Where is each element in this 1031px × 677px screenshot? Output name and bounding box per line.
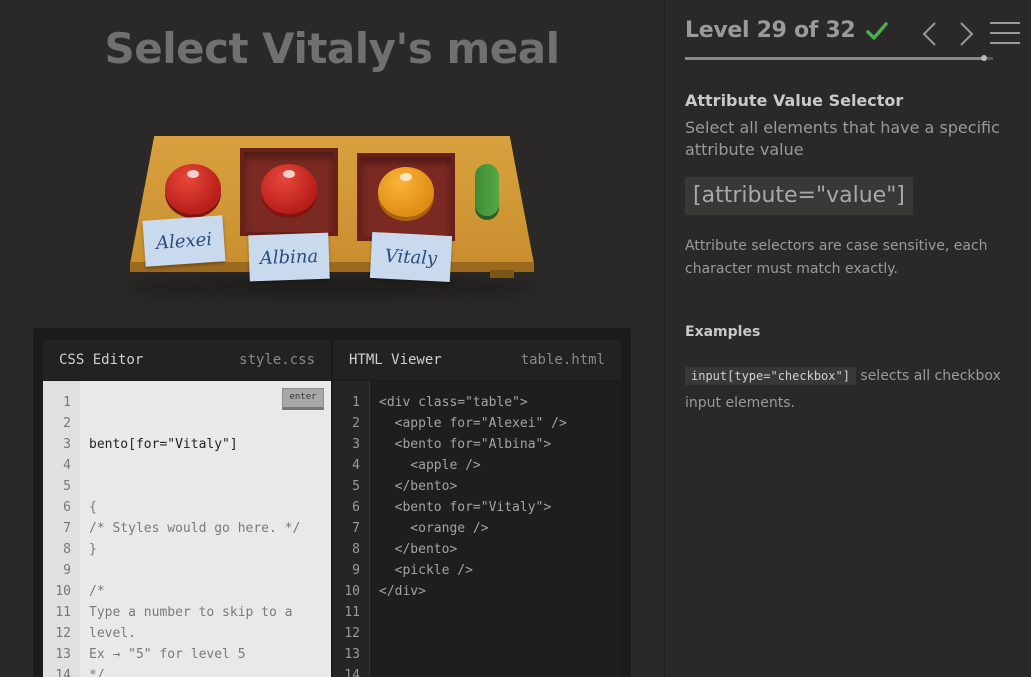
checkmark-icon [866,21,889,40]
line-number: 5 [352,479,360,494]
css-editor-header: CSS Editor style.css [43,340,331,380]
code-line: <pickle /> [379,563,473,578]
code-line: /* Styles would go here. */ [89,521,301,536]
pickle[interactable] [475,164,499,216]
line-number: 9 [352,563,360,578]
code-line: <orange /> [379,521,489,536]
selector-hint: Attribute selectors are case sensitive, … [685,238,988,277]
level-header: Level 29 of 32 [685,18,889,43]
nametag-albina: Albina [248,232,330,282]
hamburger-menu-icon[interactable] [990,20,1020,46]
code-line: Ex → "5" for level 5 [89,647,246,662]
chevron-right-icon[interactable] [955,20,977,48]
line-number: 9 [63,563,71,578]
selector-name: Attribute Value Selector [685,91,904,110]
line-number: 13 [344,647,360,662]
line-number: 2 [352,416,360,431]
line-number: 14 [344,668,360,677]
selector-syntax: [attribute="value"] [685,177,913,215]
line-number: 4 [352,458,360,473]
code-line: Type a number to skip to a [89,605,293,620]
html-line-numbers: 1 2 3 4 5 6 7 8 9 10 11 12 13 14 [333,381,370,677]
css-editor-pane: CSS Editor style.css 1 2 3 4 5 6 7 8 9 10 11 12 13 14… [43,340,331,677]
table-scene: Alexei Albina Vitaly [120,126,550,306]
css-editor-filename: style.css [239,352,315,368]
line-number: 10 [344,584,360,599]
example-code: input[type="checkbox"] [685,367,856,385]
bento-vitaly[interactable] [357,153,455,241]
nametag-alexei: Alexei [142,215,226,267]
css-code: bento[for="Vitaly"] { /* Styles would go … [80,381,331,677]
line-number: 4 [63,458,71,473]
html-viewer-filename: table.html [520,352,605,368]
line-number: 11 [344,605,360,620]
apple-alexei[interactable] [165,164,221,214]
line-number: 3 [63,437,71,452]
code-line: <div class="table"> [379,395,528,410]
examples-heading: Examples [685,324,761,340]
line-number: 11 [55,605,71,620]
css-editor-body: 1 2 3 4 5 6 7 8 9 10 11 12 13 14 bento[for="Vitaly"] … [43,381,331,677]
html-viewer-body: 1 2 3 4 5 6 7 8 9 10 11 12 13 14 <div class="table"> … [333,381,621,677]
css-line-numbers: 1 2 3 4 5 6 7 8 9 10 11 12 13 14 [43,381,80,677]
css-editor-title: CSS Editor [59,352,144,368]
html-code: <div class="table"> <apple for="Alexei" … [370,381,621,677]
html-viewer-pane: HTML Viewer table.html 1 2 3 4 5 6 7 8 9 10 11 12 13… [333,340,621,677]
level-progress-fill [685,57,984,60]
editor: CSS Editor style.css 1 2 3 4 5 6 7 8 9 10 11 12 13 14… [33,328,631,677]
line-number: 12 [344,626,360,641]
level-progress-marker [980,55,987,61]
line-number: 6 [63,500,71,515]
line-number: 7 [63,521,71,536]
code-line: } [89,542,97,557]
line-number: 12 [55,626,71,641]
nametag-vitaly: Vitaly [369,231,453,283]
code-line: </div> [379,584,426,599]
code-line: { [89,500,97,515]
css-code-lines: { /* Styles would go here. */} /* Type a n… [89,497,331,677]
code-line: */ [89,668,105,677]
line-number: 1 [352,395,360,410]
code-line: level. [89,626,136,641]
table-shadow [126,276,536,298]
code-line: </bento> [379,542,458,557]
enter-button[interactable]: enter [282,388,324,410]
css-input[interactable]: bento[for="Vitaly"] [89,434,331,455]
line-number: 10 [55,584,71,599]
line-number: 7 [352,521,360,536]
game-area: Select Vitaly's meal Alexei Albina Vital… [0,0,664,677]
bento-albina[interactable] [240,148,338,236]
line-number: 13 [55,647,71,662]
line-number: 6 [352,500,360,515]
code-line: </bento> [379,479,458,494]
table-leg [490,270,514,278]
code-line: <bento for="Albina"> [379,437,552,452]
line-number: 14 [55,668,71,677]
apple-in-bento[interactable] [261,164,317,214]
example: input[type="checkbox"] selects all check… [685,363,1020,417]
code-line: <apple for="Alexei" /> [379,416,567,431]
level-instruction: Select Vitaly's meal [104,24,560,73]
level-progress-bar [685,55,993,61]
selector-title: Select all elements that have a specific… [685,118,1000,159]
line-number: 8 [63,542,71,557]
line-number: 1 [63,395,71,410]
sidebar: Level 29 of 32 Attribute Value Selector … [664,0,1031,677]
html-viewer-header: HTML Viewer table.html [333,340,621,380]
line-number: 2 [63,416,71,431]
line-number: 3 [352,437,360,452]
orange-in-bento[interactable] [378,167,434,217]
line-number: 5 [63,479,71,494]
code-line: /* [89,584,105,599]
line-number: 8 [352,542,360,557]
level-indicator[interactable]: Level 29 of 32 [685,18,856,43]
code-line: <apple /> [379,458,481,473]
chevron-left-icon[interactable] [919,20,941,48]
html-viewer-title: HTML Viewer [349,352,442,368]
code-line: <bento for="Vitaly"> [379,500,552,515]
